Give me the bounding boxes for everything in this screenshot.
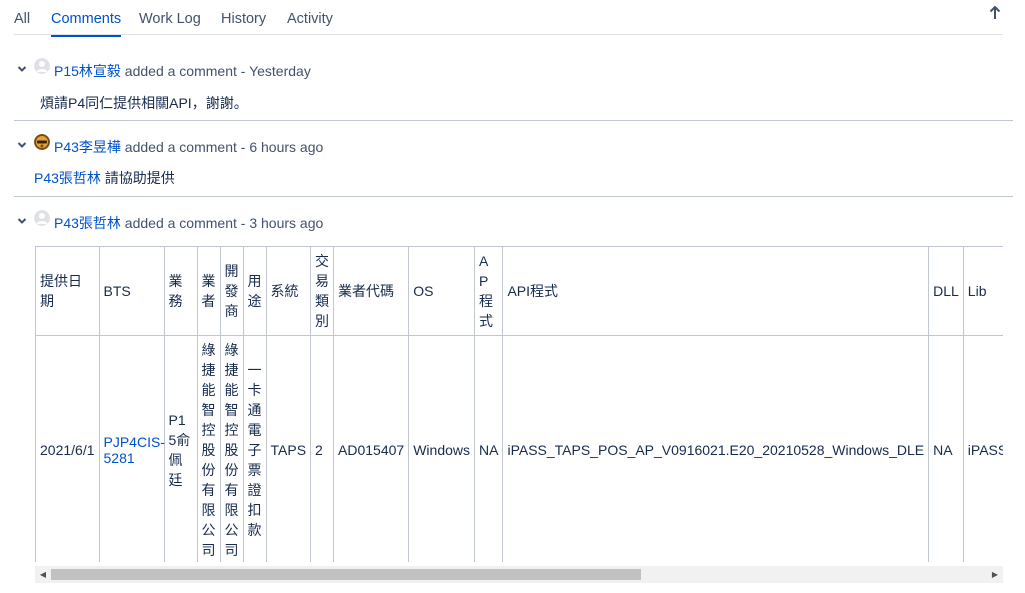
table-header: DLL xyxy=(928,246,964,336)
comment-divider xyxy=(14,196,1013,197)
comment-author[interactable]: P43張哲林 xyxy=(54,215,121,231)
table-cell: iPASS_TAPS_POS_AP_V0916021.E20_20210528_… xyxy=(502,335,930,562)
activity-tabs: All Comments Work Log History Activity xyxy=(14,0,1003,37)
table-cell: NA xyxy=(473,335,504,562)
comment-time[interactable]: 3 hours ago xyxy=(249,215,323,231)
table-cell-text: 一卡通電子票證扣款 xyxy=(247,362,262,538)
comment-header: P43李昱樺 added a comment - 6 hours ago xyxy=(54,137,323,157)
comment-table: 提供日期 BTS 業務 業者 開發商 用途 系統 交易類別 業者代碼 OS AP… xyxy=(35,246,1003,562)
table-header-text: AP程式 xyxy=(479,253,493,329)
table-cell: 綠捷能智控股份有限公司 xyxy=(196,335,221,562)
table-header: 開發商 xyxy=(219,246,244,336)
comment-time[interactable]: 6 hours ago xyxy=(249,139,323,155)
table-cell-text: 綠捷能智控股份有限公司 xyxy=(201,342,216,558)
comment-author[interactable]: P15林宣毅 xyxy=(54,63,121,79)
table-cell-text: 綠捷能智控股份有限公司 xyxy=(224,342,239,558)
comment-divider xyxy=(14,120,1013,121)
table-header-text: 開發商 xyxy=(224,263,239,319)
table-header-text: 業者 xyxy=(201,273,216,309)
horizontal-scrollbar[interactable]: ◀ ▶ xyxy=(35,566,1003,583)
table-cell: PJP4CIS-5281 xyxy=(98,335,165,562)
tab-activity[interactable]: Activity xyxy=(287,11,333,27)
tab-comments[interactable]: Comments xyxy=(51,11,122,37)
table-cell: 2 xyxy=(310,335,335,562)
table-header: 業者 xyxy=(196,246,221,336)
table-cell: AD015407 xyxy=(333,335,410,562)
tab-work-log[interactable]: Work Log xyxy=(139,11,201,27)
table-header: 交易類別 xyxy=(310,246,335,336)
table-cell: P15俞佩廷 xyxy=(163,335,198,562)
table-cell: 綠捷能智控股份有限公司 xyxy=(219,335,244,562)
issue-link[interactable]: PJP4CIS-5281 xyxy=(104,434,165,466)
tab-history[interactable]: History xyxy=(221,11,266,27)
table-header: BTS xyxy=(98,246,165,336)
table-cell: NA xyxy=(928,335,964,562)
table-header: AP程式 xyxy=(473,246,504,336)
comment-action: added a comment - xyxy=(120,215,250,231)
chevron-down-icon[interactable] xyxy=(16,214,28,226)
table-header: Lib xyxy=(962,246,1003,336)
table-header: 業務 xyxy=(163,246,198,336)
comment-action: added a comment - xyxy=(120,63,250,79)
tab-all[interactable]: All xyxy=(14,11,30,27)
table-header: 系統 xyxy=(265,246,312,336)
comment-header: P43張哲林 added a comment - 3 hours ago xyxy=(54,213,323,233)
table-header: OS xyxy=(408,246,475,336)
table-row: 2021/6/1 PJP4CIS-5281 P15俞佩廷 綠捷能智控股份有限公司… xyxy=(35,335,1003,562)
user-mention[interactable]: P43張哲林 xyxy=(34,170,101,186)
table-cell: 2021/6/1 xyxy=(35,335,100,562)
comment-body: P43張哲林 請協助提供 xyxy=(34,168,175,188)
chevron-down-icon[interactable] xyxy=(16,62,28,74)
arrow-up-icon[interactable] xyxy=(987,5,1003,24)
scroll-left-icon[interactable]: ◀ xyxy=(35,566,51,583)
table-cell: Windows xyxy=(408,335,475,562)
table-cell: iPASS_TAPS_D xyxy=(962,335,1003,562)
comment-header: P15林宣毅 added a comment - Yesterday xyxy=(54,61,311,81)
scroll-right-icon[interactable]: ▶ xyxy=(987,566,1003,583)
chevron-down-icon[interactable] xyxy=(16,138,28,150)
comment-author[interactable]: P43李昱樺 xyxy=(54,139,121,155)
table-header: API程式 xyxy=(502,246,930,336)
scrollbar-thumb[interactable] xyxy=(51,569,641,580)
avatar[interactable] xyxy=(34,58,50,74)
table-header: 提供日期 xyxy=(35,246,100,336)
table-header-text: 交易類別 xyxy=(315,253,330,329)
table-header-text: 業務 xyxy=(168,273,183,309)
table-header-text: 用途 xyxy=(247,273,262,309)
table-cell: TAPS xyxy=(265,335,312,562)
comment-time[interactable]: Yesterday xyxy=(249,63,311,79)
table-header: 業者代碼 xyxy=(333,246,410,336)
comment-table-container[interactable]: 提供日期 BTS 業務 業者 開發商 用途 系統 交易類別 業者代碼 OS AP… xyxy=(35,246,1003,562)
comment-body: 煩請P4同仁提供相關API，謝謝。 xyxy=(40,95,248,111)
comment-action: added a comment - xyxy=(120,139,250,155)
comment-body-text: 請協助提供 xyxy=(100,170,175,186)
table-header-row: 提供日期 BTS 業務 業者 開發商 用途 系統 交易類別 業者代碼 OS AP… xyxy=(35,246,1003,336)
avatar[interactable] xyxy=(34,210,50,226)
table-cell-text: P15俞佩廷 xyxy=(168,412,191,488)
table-cell: 一卡通電子票證扣款 xyxy=(242,335,267,562)
avatar[interactable] xyxy=(34,134,50,150)
table-header: 用途 xyxy=(242,246,267,336)
